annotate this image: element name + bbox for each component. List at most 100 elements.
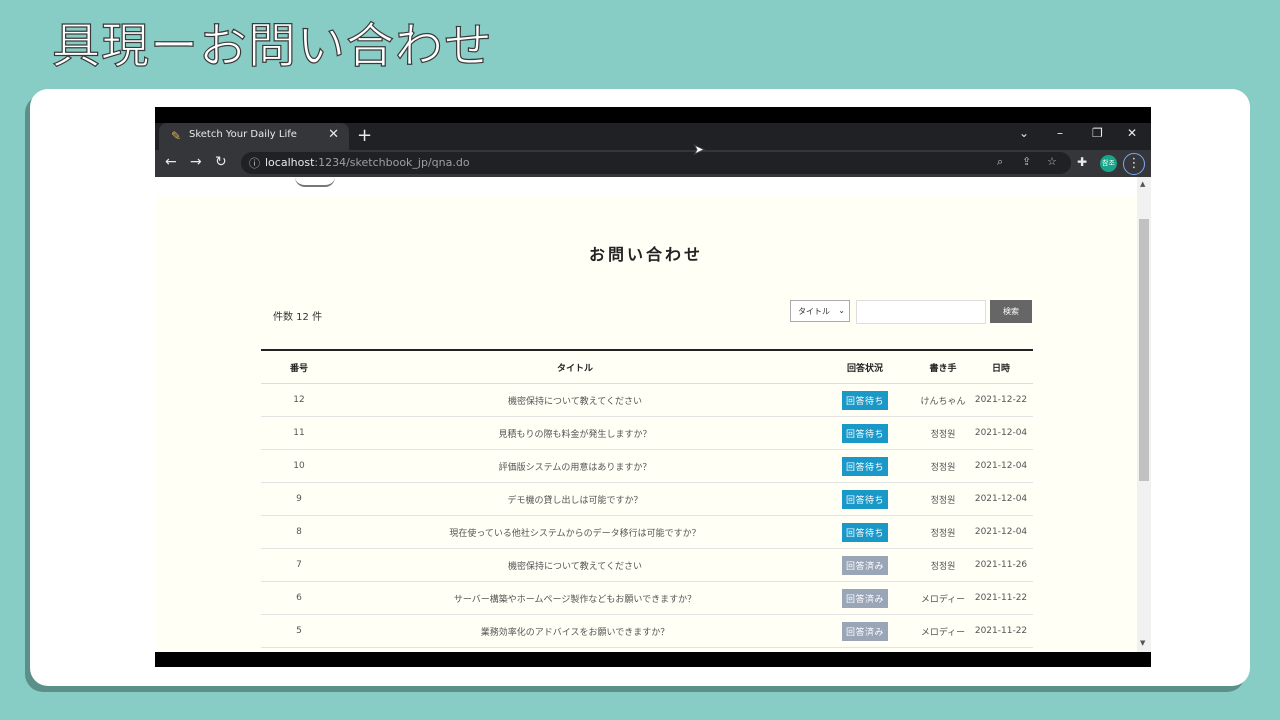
- row-title-link[interactable]: 現在使っている他社システムからのデータ移行は可能ですか？: [449, 529, 700, 539]
- forward-icon[interactable]: →: [190, 154, 202, 170]
- header-title: タイトル: [337, 350, 813, 384]
- table-cell: けんちゃん: [917, 383, 969, 417]
- table-cell: 回答済み: [813, 548, 917, 582]
- table-row[interactable]: 6 サーバー構築やホームページ製作などもお願いできますか？ 回答済み メロディー 202…: [261, 581, 1033, 615]
- row-author: 정정원: [930, 462, 956, 473]
- row-title-link[interactable]: 業務効率化のアドバイスをお願いできますか？: [481, 628, 669, 638]
- table-cell: 回答済み: [813, 614, 917, 648]
- row-title-link[interactable]: 機密保持について教えてください: [508, 397, 642, 407]
- scrollbar[interactable]: ▲ ▼: [1137, 177, 1151, 652]
- table-cell: 回答待ち: [813, 515, 917, 549]
- address-bar[interactable]: ⓘ localhost:1234/sketchbook_jp/qna.do ⌕ …: [241, 152, 1071, 174]
- row-date: 2021-11-22: [974, 626, 1028, 636]
- row-author: けんちゃん: [920, 396, 966, 407]
- table-cell: サーバー構築やホームページ製作などもお願いできますか？: [337, 581, 813, 615]
- row-number: 8: [296, 527, 302, 537]
- search-button[interactable]: 検索: [990, 300, 1032, 323]
- chevron-down-icon[interactable]: ⌄: [1019, 126, 1029, 140]
- minimize-icon[interactable]: –: [1057, 126, 1063, 140]
- table-cell: 7: [261, 548, 337, 582]
- scroll-down-icon[interactable]: ▼: [1140, 639, 1145, 647]
- scroll-thumb[interactable]: [1139, 219, 1149, 481]
- row-title-link[interactable]: 見積もりの際も料金が発生しますか？: [498, 430, 651, 440]
- table-cell: 見積もりの際も料金が発生しますか？: [337, 416, 813, 450]
- row-number: 11: [293, 428, 305, 438]
- reload-icon[interactable]: ↻: [215, 154, 227, 170]
- table-cell: 回答待ち: [813, 416, 917, 450]
- table-row[interactable]: 10 評価版システムの用意はありますか？ 回答待ち 정정원 2021-12-04: [261, 449, 1033, 483]
- row-title-link[interactable]: 評価版システムの用意はありますか？: [499, 463, 652, 473]
- table-row[interactable]: 8 現在使っている他社システムからのデータ移行は可能ですか？ 回答待ち 정정원 2021…: [261, 515, 1033, 549]
- table-row[interactable]: 7 機密保持について教えてください 回答済み 정정원 2021-11-26: [261, 548, 1033, 582]
- table-cell: 5: [261, 614, 337, 648]
- table-row[interactable]: 5 業務効率化のアドバイスをお願いできますか？ 回答済み メロディー 2021-11-2…: [261, 614, 1033, 648]
- tab-bar: ✎ Sketch Your Daily Life ✕ + ⌄ – ❐ ✕: [155, 123, 1151, 150]
- tab-title: Sketch Your Daily Life: [189, 129, 297, 140]
- table-cell: 정정원: [917, 548, 969, 582]
- table-cell: 回答待ち: [813, 449, 917, 483]
- row-date: 2021-12-04: [974, 494, 1028, 504]
- scroll-up-icon[interactable]: ▲: [1140, 180, 1145, 188]
- row-author: メロディー: [920, 627, 966, 638]
- qna-table: 番号 タイトル 回答状況 書き手 日時 12 機密保持について教えてください 回答待…: [261, 349, 1033, 648]
- table-cell: 10: [261, 449, 337, 483]
- browser-window: ✎ Sketch Your Daily Life ✕ + ⌄ – ❐ ✕ ← →…: [155, 107, 1151, 667]
- table-cell: メロディー: [917, 581, 969, 615]
- row-number: 7: [296, 560, 302, 570]
- header-date: 日時: [969, 350, 1033, 384]
- zoom-icon[interactable]: ⌕: [997, 155, 1003, 169]
- row-author: 정정원: [930, 495, 956, 506]
- url-text[interactable]: localhost:1234/sketchbook_jp/qna.do: [265, 156, 470, 169]
- table-cell: 정정원: [917, 515, 969, 549]
- info-icon[interactable]: ⓘ: [249, 155, 260, 171]
- status-badge: 回答待ち: [841, 522, 888, 542]
- new-tab-icon[interactable]: +: [357, 125, 372, 146]
- table-row[interactable]: 11 見積もりの際も料金が発生しますか？ 回答待ち 정정원 2021-12-04: [261, 416, 1033, 450]
- table-cell: 2021-12-04: [969, 515, 1033, 549]
- share-icon[interactable]: ⇪: [1022, 155, 1031, 168]
- table-body: 12 機密保持について教えてください 回答待ち けんちゃん 2021-12-22 11 見積…: [261, 383, 1033, 648]
- table-cell: 12: [261, 383, 337, 417]
- browser-tab[interactable]: ✎ Sketch Your Daily Life ✕: [159, 123, 349, 150]
- chevron-down-icon: ⌄: [838, 306, 845, 315]
- row-title-link[interactable]: デモ機の貸し出しは可能ですか？: [507, 496, 642, 506]
- restore-icon[interactable]: ❐: [1092, 126, 1103, 140]
- row-date: 2021-12-04: [974, 527, 1028, 537]
- table-cell: デモ機の貸し出しは可能ですか？: [337, 482, 813, 516]
- table-header-row: 番号 タイトル 回答状況 書き手 日時: [261, 350, 1033, 384]
- row-author: メロディー: [920, 594, 966, 605]
- row-date: 2021-12-04: [974, 461, 1028, 471]
- table-row[interactable]: 9 デモ機の貸し出しは可能ですか？ 回答待ち 정정원 2021-12-04: [261, 482, 1033, 516]
- status-badge: 回答待ち: [841, 489, 888, 509]
- search-field-select[interactable]: タイトル ⌄: [790, 300, 850, 322]
- table-cell: 9: [261, 482, 337, 516]
- logo-fragment: [295, 177, 335, 187]
- row-author: 정정원: [930, 429, 956, 440]
- table-cell: 6: [261, 581, 337, 615]
- avatar[interactable]: 참조: [1100, 155, 1117, 172]
- table-cell: 정정원: [917, 416, 969, 450]
- mouse-cursor-icon: ➤: [693, 142, 706, 159]
- close-icon[interactable]: ✕: [328, 127, 339, 142]
- back-icon[interactable]: ←: [165, 154, 177, 170]
- table-cell: 2021-12-22: [969, 383, 1033, 417]
- slide-title: 具現ーお問い合わせ: [51, 17, 494, 74]
- status-badge: 回答待ち: [841, 390, 888, 410]
- row-number: 9: [296, 494, 302, 504]
- table-cell: 정정원: [917, 449, 969, 483]
- extensions-icon[interactable]: ✚: [1077, 155, 1087, 169]
- menu-icon[interactable]: ⋮: [1123, 153, 1145, 175]
- row-title-link[interactable]: 機密保持について教えてください: [508, 562, 642, 572]
- table-cell: 8: [261, 515, 337, 549]
- header-number: 番号: [261, 350, 337, 384]
- page-viewport: お問い合わせ 件数 12 件 タイトル ⌄ 検索 番号 タイトル 回答状況 書き…: [155, 177, 1151, 652]
- row-title-link[interactable]: サーバー構築やホームページ製作などもお願いできますか？: [454, 595, 696, 605]
- star-icon[interactable]: ☆: [1047, 155, 1057, 168]
- row-number: 10: [293, 461, 305, 471]
- search-input[interactable]: [856, 300, 986, 324]
- window-close-icon[interactable]: ✕: [1127, 126, 1137, 140]
- table-cell: 2021-12-04: [969, 482, 1033, 516]
- row-number: 5: [296, 626, 302, 636]
- pencil-icon: ✎: [171, 129, 182, 143]
- table-row[interactable]: 12 機密保持について教えてください 回答待ち けんちゃん 2021-12-22: [261, 383, 1033, 417]
